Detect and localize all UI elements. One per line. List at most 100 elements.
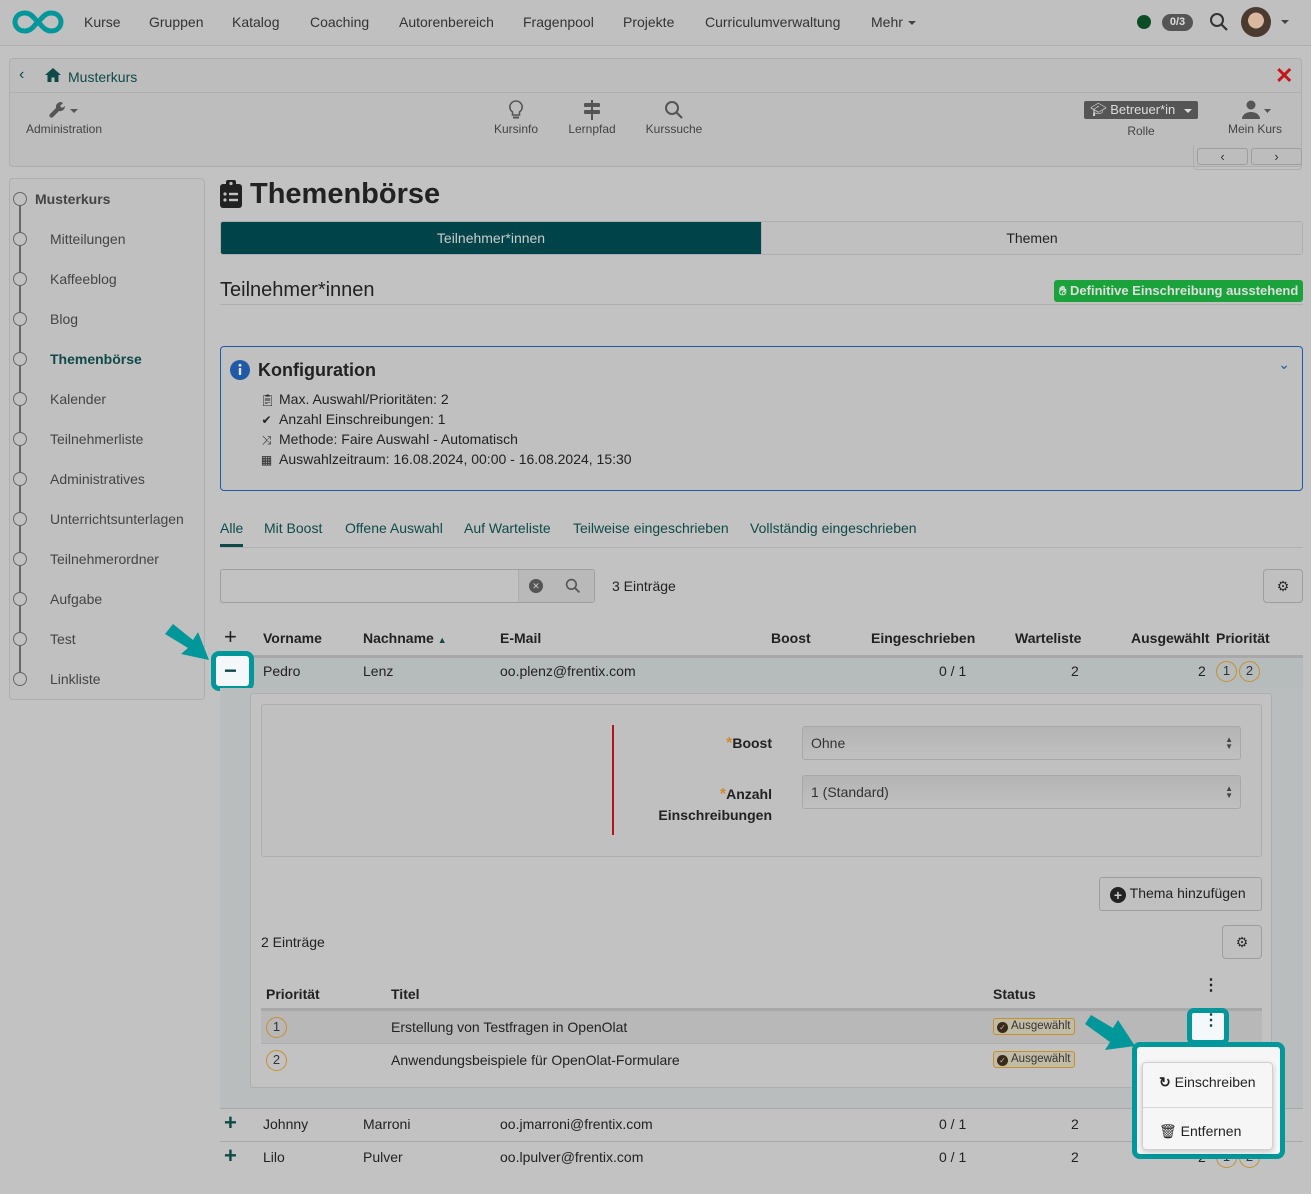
table-settings-button[interactable]: ⚙ (1263, 569, 1303, 603)
nav-autorenbereich[interactable]: Autorenbereich (399, 14, 494, 30)
expand-row-icon[interactable]: + (224, 1143, 237, 1169)
search-icon[interactable] (1209, 12, 1229, 32)
configuration-panel: Konfiguration ⌄ 📋︎ Max. Auswahl/Priorität… (220, 346, 1303, 491)
col-topic-status[interactable]: Status (993, 986, 1036, 1002)
search-input[interactable] (221, 570, 518, 602)
sidebar-item-linkliste[interactable]: Linkliste (10, 659, 205, 699)
sidebar-item-kalender[interactable]: Kalender (10, 379, 205, 419)
clear-icon[interactable]: ✕ (529, 579, 543, 593)
sidebar-item-administratives[interactable]: Administratives (10, 459, 205, 499)
refresh-icon: ↻ (1159, 1074, 1171, 1090)
nav-mehr[interactable]: Mehr (871, 14, 916, 30)
filter-mit-boost[interactable]: Mit Boost (264, 520, 322, 536)
nav-fragenpool[interactable]: Fragenpool (523, 14, 594, 30)
sidebar-item-label: Musterkurs (35, 191, 111, 207)
col-boost[interactable]: Boost (771, 630, 811, 646)
section-title: Teilnehmer*innen (220, 279, 375, 301)
signpost-icon (584, 100, 600, 120)
role-badge[interactable]: 🎓︎ Betreuer*in (1084, 101, 1198, 119)
close-icon[interactable]: ✕ (1275, 63, 1293, 89)
sidebar-item-aufgabe[interactable]: Aufgabe (10, 579, 205, 619)
menu-item-einschreiben[interactable]: ↻ Einschreiben (1143, 1073, 1274, 1103)
col-prioritaet[interactable]: Priorität (1216, 630, 1270, 646)
chevron-down-icon[interactable]: ⌄ (1278, 356, 1290, 373)
tab-themen[interactable]: Themen (761, 222, 1302, 254)
back-icon[interactable]: ‹ (19, 66, 24, 84)
filter-vollstaendig[interactable]: Vollständig eingeschrieben (750, 520, 917, 536)
sidebar-item-themenboerse[interactable]: Themenbörse (10, 339, 205, 379)
kurssuche-button[interactable]: Kurssuche (640, 100, 708, 136)
openolat-logo-icon[interactable] (12, 8, 64, 36)
entries-count: 3 Einträge (612, 578, 676, 594)
user-icon (1242, 100, 1271, 119)
more-vertical-icon[interactable]: ⋮ (1203, 978, 1219, 994)
administration-menu[interactable]: Administration (16, 100, 112, 136)
user-avatar[interactable] (1241, 7, 1271, 37)
filter-offene-auswahl[interactable]: Offene Auswahl (345, 520, 443, 536)
priority-badge: 1 (266, 1017, 287, 1038)
nav-coaching[interactable]: Coaching (310, 14, 369, 30)
nav-projekte[interactable]: Projekte (623, 14, 674, 30)
home-icon (45, 68, 61, 82)
annotation-arrow-icon (165, 624, 209, 660)
lernpfad-button[interactable]: Lernpfad (564, 100, 620, 136)
col-vorname[interactable]: Vorname (263, 630, 322, 646)
sidebar-item-label: Administratives (50, 471, 145, 487)
col-topic-prioritaet[interactable]: Priorität (266, 986, 320, 1002)
expand-row-icon[interactable]: + (224, 1110, 237, 1136)
cell-nachname: Lenz (363, 663, 394, 679)
nav-curriculumverwaltung[interactable]: Curriculumverwaltung (705, 14, 840, 30)
sidebar-item-unterrichtsunterlagen[interactable]: Unterrichtsunterlagen (10, 499, 205, 539)
col-topic-titel[interactable]: Titel (391, 986, 420, 1002)
cell-eingeschrieben: 0 / 1 (939, 663, 967, 679)
col-email[interactable]: E-Mail (500, 630, 541, 646)
nav-gruppen[interactable]: Gruppen (149, 14, 203, 30)
filter-teilweise[interactable]: Teilweise eingeschrieben (573, 520, 729, 536)
sidebar-item-root[interactable]: Musterkurs (10, 179, 205, 219)
anzahl-select[interactable]: 1 (Standard) ▲ ▼ (802, 775, 1241, 809)
notification-counter[interactable]: 0/3 (1162, 14, 1193, 31)
online-status-icon[interactable] (1137, 15, 1151, 29)
role-switcher[interactable]: 🎓︎ Betreuer*in Rolle (1084, 101, 1198, 138)
topics-settings-button[interactable]: ⚙ (1222, 925, 1262, 959)
cell-warteliste: 2 (1071, 1149, 1079, 1165)
status-badge: ✋︎ Definitive Einschreibung ausstehend (1054, 280, 1304, 302)
expand-all-icon[interactable]: + (224, 624, 237, 650)
node-circle-icon (13, 432, 27, 446)
nav-katalog[interactable]: Katalog (232, 14, 279, 30)
col-warteliste[interactable]: Warteliste (1015, 630, 1081, 646)
nav-kurse[interactable]: Kurse (84, 14, 121, 30)
sidebar-item-teilnehmerliste[interactable]: Teilnehmerliste (10, 419, 205, 459)
sidebar-item-teilnehmerordner[interactable]: Teilnehmerordner (10, 539, 205, 579)
sidebar-item-label: Kalender (50, 391, 107, 407)
menu-item-entfernen[interactable]: 🗑︎ Entfernen (1143, 1122, 1274, 1152)
tab-teilnehmerinnen[interactable]: Teilnehmer*innen (221, 222, 761, 254)
collapse-icon[interactable]: − (224, 658, 237, 684)
node-circle-icon (13, 632, 27, 646)
search-icon[interactable] (565, 578, 581, 594)
col-ausgewaehlt[interactable]: Ausgewählt (1131, 630, 1210, 646)
boost-select[interactable]: Ohne ▲ ▼ (802, 726, 1241, 760)
col-nachname[interactable]: Nachname ▲ (363, 630, 447, 646)
previous-node-button[interactable]: ‹ (1197, 148, 1248, 165)
plus-circle-icon: + (1110, 887, 1126, 903)
kursinfo-button[interactable]: Kursinfo (488, 100, 544, 136)
my-course-menu[interactable]: Mein Kurs (1222, 100, 1288, 136)
anzahl-label: *Anzahl Einschreibungen (642, 784, 772, 825)
config-method: Methode: Faire Auswahl - Automatisch (279, 431, 518, 447)
filter-auf-warteliste[interactable]: Auf Warteliste (464, 520, 551, 536)
topic-priority: 2 (266, 1050, 287, 1071)
lightbulb-icon (509, 100, 523, 119)
breadcrumb-course[interactable]: Musterkurs (68, 69, 137, 85)
col-eingeschrieben[interactable]: Eingeschrieben (871, 630, 975, 646)
filter-alle[interactable]: Alle (220, 520, 243, 536)
chevron-down-icon[interactable] (1281, 20, 1289, 24)
divider (220, 304, 1303, 305)
more-vertical-icon[interactable]: ⋮ (1203, 1013, 1219, 1029)
add-topic-button[interactable]: + Thema hinzufügen (1099, 877, 1262, 911)
next-node-button[interactable]: › (1251, 148, 1302, 165)
sidebar-item-mitteilungen[interactable]: Mitteilungen (10, 219, 205, 259)
sidebar-item-kaffeeblog[interactable]: Kaffeeblog (10, 259, 205, 299)
boost-value: Ohne (811, 735, 846, 751)
sidebar-item-blog[interactable]: Blog (10, 299, 205, 339)
